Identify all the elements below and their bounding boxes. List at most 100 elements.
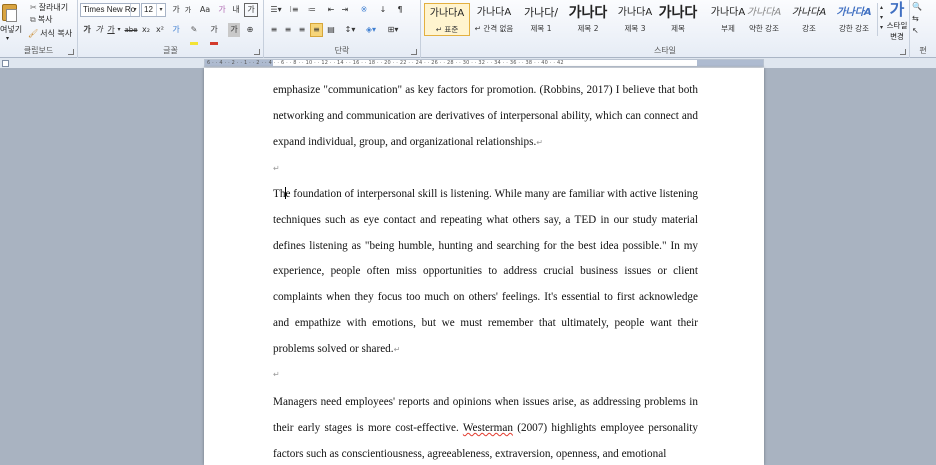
font-size-combo[interactable]: 12 ▾ [141,3,166,17]
select-button[interactable]: ↖ [912,24,932,38]
subscript-button[interactable]: x₂ [140,23,152,37]
bold-button[interactable]: 가 [82,23,92,37]
highlight-button[interactable]: ✎ [186,23,202,45]
asian-layout-button[interactable]: ※ [356,3,372,17]
paragraph-launcher-icon[interactable] [411,49,417,55]
chevron-down-icon[interactable]: ▾ [156,4,165,16]
grow-font-button[interactable]: 가 [170,3,182,17]
phonetic-guide-button[interactable]: 내 [230,3,242,17]
editing-group: 🔍 ⇆ ↖ 편 [910,0,936,58]
italic-button[interactable]: 가 [94,23,104,37]
style-sample: 가나다A [836,7,872,18]
phonetic-guide-icon: 내 [232,5,240,14]
empty-paragraph-mark: ↵ [273,370,280,379]
justify-button[interactable]: ≡ [310,23,323,37]
style-title[interactable]: 가나다 제목 [653,3,703,36]
font-color-icon: 가 [210,25,218,34]
strikethrough-icon: abe [124,26,138,34]
char-shading-icon: 가 [230,25,238,34]
style-intense-emphasis[interactable]: 가나다A 강한 강조 [831,3,877,36]
chevron-down-icon[interactable]: ▾ [116,23,122,37]
change-styles-label: 스타일 [886,21,908,30]
clear-format-button[interactable]: 가 [216,3,228,17]
shrink-font-icon: 가 [184,6,192,14]
copy-button[interactable]: ⧉ 복사 [30,14,52,25]
align-left-button[interactable]: ≡ [268,23,280,37]
distributed-button[interactable]: ▤ [325,23,337,37]
style-no-spacing[interactable]: 가나다A ↵ 간격 없음 [471,3,517,36]
tab-selector[interactable] [2,60,9,67]
format-painter-button[interactable]: 🖌 서식 복사 [28,28,72,39]
cut-button[interactable]: ✂ 잘라내기 [30,2,68,13]
document-page[interactable]: emphasize "communication" as key factors… [204,68,764,465]
char-shading-button[interactable]: 가 [228,23,240,37]
char-border-button[interactable]: 가 [244,3,258,17]
styles-group: 가나다A ↵ 표준 가나다A ↵ 간격 없음 가나다/ 제목 1 가나다 제목 … [421,0,910,58]
style-heading-1[interactable]: 가나다/ 제목 1 [518,3,564,36]
strikethrough-button[interactable]: abe [124,23,138,37]
style-name: 제목 [671,24,685,33]
italic-icon: 가 [95,25,103,34]
enclose-char-button[interactable]: ⊕ [244,23,256,37]
change-styles-button[interactable]: 가 스타일 변경 [885,0,909,46]
borders-button[interactable]: ⊞▾ [384,23,402,37]
change-case-button[interactable]: Aa [196,3,214,17]
cut-label: 잘라내기 [38,3,69,12]
text-effect-button[interactable]: 가 [170,23,182,37]
change-case-icon: Aa [199,5,211,14]
chevron-down-icon[interactable]: ▾ [130,4,139,16]
font-color-button[interactable]: 가 [206,23,222,45]
style-heading-2[interactable]: 가나다 제목 2 [565,3,611,36]
horizontal-ruler[interactable]: 6 · · 4 · · 2 · · 1 · · 2 · · 4 · · 6 · … [0,58,936,68]
paragraph-2[interactable]: The foundation of interpersonal skill is… [273,182,698,363]
style-sample: 가나다/ [523,6,559,19]
font-name-combo[interactable]: Times New Ro ▾ [80,3,140,17]
empty-paragraph-mark: ↵ [273,164,280,173]
style-emphasis[interactable]: 가나다A 강조 [786,3,832,36]
shrink-font-button[interactable]: 가 [182,3,194,17]
paste-button[interactable]: 여넣기 ▾ [0,2,22,46]
style-name: ↵ 간격 없음 [474,24,514,33]
bullets-button[interactable]: ☰▾ [268,3,284,17]
paragraph-1-text: emphasize "communication" as key factors… [273,84,698,148]
font-group-label: 글꼴 [163,46,178,55]
editing-group-label: 편 [919,46,927,55]
paragraph-1[interactable]: emphasize "communication" as key factors… [273,78,698,155]
gallery-scroll-button[interactable]: ▴ ▾ ▾ [877,3,885,36]
styles-launcher-icon[interactable] [900,49,906,55]
style-sample: 가나다A [746,7,782,18]
paragraph-group-label: 단락 [334,46,350,55]
increase-indent-button[interactable]: ⇥ [338,3,352,17]
align-right-button[interactable]: ≡ [296,23,308,37]
align-center-button[interactable]: ≡ [282,23,294,37]
ruler-ticks: 6 · · 4 · · 2 · · 1 · · 2 · · 4 · · 6 · … [207,60,564,66]
text-effect-icon: 가 [172,25,180,34]
style-sample: 가나다A [617,7,653,18]
style-name: 강한 강조 [839,24,869,33]
style-name: 강조 [802,24,816,33]
copy-label: 복사 [37,15,53,24]
paragraph-2-start: Th [273,188,286,200]
clipboard-launcher-icon[interactable] [68,49,74,55]
decrease-indent-button[interactable]: ⇤ [324,3,338,17]
font-launcher-icon[interactable] [254,49,260,55]
multilevel-list-button[interactable]: ≔ [304,3,320,17]
line-spacing-button[interactable]: ↕▾ [342,23,358,37]
show-marks-button[interactable]: ¶ [394,3,406,17]
style-sample: 가나다A [791,7,827,18]
chevron-down-icon: ▾ [6,35,10,42]
style-name: ↵ 표준 [435,25,459,34]
paragraph-2-text: e foundation of interpersonal skill is l… [273,188,698,355]
ruler-track[interactable]: 6 · · 4 · · 2 · · 1 · · 2 · · 4 · · 6 · … [204,59,764,67]
sort-button[interactable]: ↓ [376,3,390,17]
style-subtle-emphasis[interactable]: 가나다A 약한 강조 [741,3,787,36]
underline-button[interactable]: 가 [106,23,116,37]
paragraph-3[interactable]: Managers need employees' reports and opi… [273,390,698,465]
underline-icon: 가 [107,25,115,34]
shading-button[interactable]: ◈▾ [362,23,380,37]
style-normal[interactable]: 가나다A ↵ 표준 [424,3,470,36]
numbering-button[interactable]: ⁝≡ [286,3,302,17]
superscript-button[interactable]: x² [154,23,166,37]
style-heading-3[interactable]: 가나다A 제목 3 [612,3,658,36]
misspelled-word[interactable]: Westerman [463,422,513,434]
